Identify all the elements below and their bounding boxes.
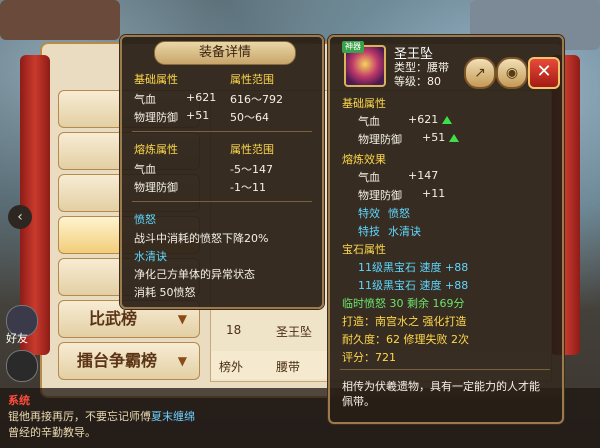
gem-row: 11级黑宝石 速度 +88 <box>358 261 469 274</box>
side-tab-label: 擂台争霸榜 <box>77 351 158 370</box>
attr-range: -5～147 <box>230 163 273 176</box>
divider <box>132 131 312 132</box>
arrow-up-icon <box>442 116 453 124</box>
chat-text: 曾经的辛勤教导。 <box>8 426 96 439</box>
friend-label: 好友 <box>6 332 28 345</box>
attr-value: +147 <box>408 169 439 182</box>
skill-name: 愤怒 <box>134 213 156 226</box>
chevron-down-icon: ▼ <box>177 354 187 368</box>
attr-value: +621 <box>408 113 453 126</box>
attr-name: 气血 <box>134 93 156 106</box>
refine-header: 熔炼效果 <box>342 153 386 166</box>
divider <box>132 201 312 202</box>
skill-desc: 战斗中消耗的愤怒下降20% <box>134 232 269 245</box>
chat-line: 系统 <box>8 392 30 408</box>
eye-icon[interactable]: ◉ <box>496 57 528 89</box>
name-cell: 圣王坠 <box>276 325 313 339</box>
rank-cell: 榜外 <box>219 360 244 374</box>
item-level: 等级：80 <box>394 75 441 88</box>
attr-name: 物理防御 <box>134 181 178 194</box>
chat-link[interactable]: 夏末缠绵 <box>151 410 195 423</box>
refine-attr-header: 熔炼属性 <box>134 143 178 156</box>
attr-value: +11 <box>422 187 446 200</box>
base-attr-header: 基础属性 <box>342 97 386 110</box>
chat-line: 锟他再接再厉，不要忘记师傅夏末缠绵 <box>8 408 195 424</box>
attr-name: 气血 <box>358 115 380 128</box>
building-roof-left <box>0 0 120 40</box>
attr-name: 物理防御 <box>358 189 402 202</box>
attr-name: 气血 <box>358 171 380 184</box>
attr-range: -1～11 <box>230 181 266 194</box>
durability-info: 耐久度：62 修理失败 2次 <box>342 333 469 346</box>
tooltip-title: 装备详情 <box>154 41 296 65</box>
attr-value: +621 <box>186 91 217 104</box>
skill-desc: 净化己方单体的异常状态 <box>134 268 255 281</box>
item-tooltip: 神器 圣王坠 类型：腰带 等级：80 基础属性 气血 +621 物理防御 +51… <box>328 35 564 424</box>
share-icon[interactable]: ↗ <box>464 57 496 89</box>
skill-cost: 消耗 50愤怒 <box>134 286 196 299</box>
attr-name: 气血 <box>134 163 156 176</box>
skill-value: 水清诀 <box>388 225 421 238</box>
chat-system-tag: 系统 <box>8 394 30 407</box>
attr-range: 50～64 <box>230 111 269 124</box>
name-cell: 腰带 <box>276 360 301 374</box>
equip-detail-tooltip: 装备详情 基础属性 属性范围 气血 +621 616～792 物理防御 +51 … <box>120 35 324 309</box>
skill-name: 水清诀 <box>134 250 167 263</box>
range-header: 属性范围 <box>230 143 274 156</box>
attr-name: 物理防御 <box>358 133 402 146</box>
temp-anger: 临时愤怒 30 剩余 169分 <box>342 297 465 310</box>
skill-label: 特技 <box>358 225 380 238</box>
special-value: 愤怒 <box>388 207 410 220</box>
divider <box>340 369 550 370</box>
special-label: 特效 <box>358 207 380 220</box>
attr-value: +51 <box>186 109 210 122</box>
rank-cell: 18 <box>226 323 242 337</box>
side-tab-lei-tai[interactable]: 擂台争霸榜 ▼ <box>58 342 200 380</box>
item-lore: 相传为伏羲遗物，具有一定能力的人才能佩带。 <box>342 380 540 408</box>
score-info: 评分：721 <box>342 351 396 364</box>
chat-line: 曾经的辛勤教导。 <box>8 424 96 440</box>
arrow-up-icon <box>449 134 460 142</box>
forge-info: 打造：南宫水之 强化打造 <box>342 315 467 328</box>
chat-bubble-icon[interactable] <box>6 350 38 382</box>
attr-range: 616～792 <box>230 93 283 106</box>
attr-value: +51 <box>422 131 460 144</box>
attr-name: 物理防御 <box>134 111 178 124</box>
range-header: 属性范围 <box>230 73 274 86</box>
chat-text: 锟他再接再厉，不要忘记师傅 <box>8 410 151 423</box>
gem-row: 11级黑宝石 速度 +88 <box>358 279 469 292</box>
arrow-left-icon[interactable]: ‹ <box>8 205 32 229</box>
close-icon[interactable]: ✕ <box>528 57 560 89</box>
item-badge: 神器 <box>342 41 364 53</box>
gem-header: 宝石属性 <box>342 243 386 256</box>
base-attr-header: 基础属性 <box>134 73 178 86</box>
